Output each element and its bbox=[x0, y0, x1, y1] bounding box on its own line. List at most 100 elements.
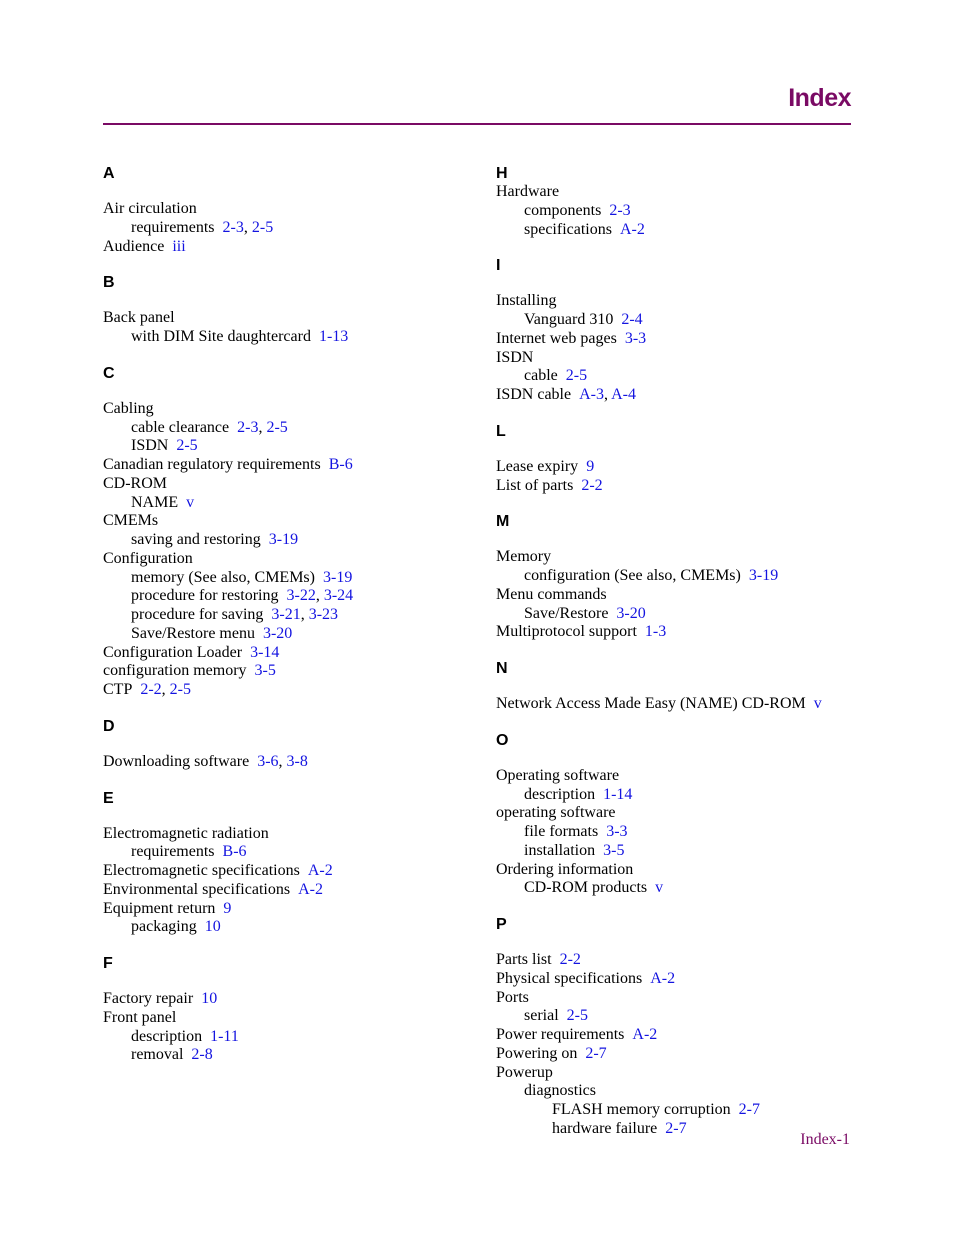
page-reference-link[interactable]: 3-23 bbox=[309, 606, 338, 623]
entry-term: hardware failure bbox=[552, 1119, 658, 1137]
page-reference-link[interactable]: 3-3 bbox=[625, 330, 646, 347]
section-entries: Back panel with DIM Site daughtercard 1-1… bbox=[103, 309, 473, 347]
page-reference-link[interactable]: 2-3 bbox=[237, 419, 258, 436]
page-reference-link[interactable]: B-6 bbox=[329, 456, 353, 473]
index-entry: ISDN bbox=[496, 349, 866, 368]
page-reference-link[interactable]: 9 bbox=[223, 900, 231, 917]
index-entry: Physical specifications A-2 bbox=[496, 970, 866, 989]
section-letter: F bbox=[103, 955, 113, 972]
entry-term: Ports bbox=[496, 988, 529, 1006]
page-reference-link[interactable]: 3-8 bbox=[287, 753, 308, 770]
entry-term: Canadian regulatory requirements bbox=[103, 456, 321, 473]
page-reference-link[interactable]: 2-7 bbox=[665, 1120, 686, 1137]
page-reference-link[interactable]: 2-2 bbox=[581, 477, 602, 494]
page-reference-link[interactable]: 3-24 bbox=[324, 587, 353, 604]
page-reference-link[interactable]: A-2 bbox=[632, 1026, 657, 1043]
page-reference-link[interactable]: A-2 bbox=[620, 221, 645, 238]
index-section-d: D Downloading software 3-6, 3-8 bbox=[103, 717, 473, 772]
index-entry: description 1-11 bbox=[103, 1028, 473, 1047]
index-section-o: O Operating software description 1-14 opera… bbox=[496, 731, 866, 898]
index-entry: Factory repair 10 bbox=[103, 990, 473, 1009]
entry-term: Memory bbox=[496, 548, 552, 566]
page-reference-link[interactable]: iii bbox=[172, 238, 185, 255]
page-reference-link[interactable]: 3-6 bbox=[257, 753, 278, 770]
page-reference-link[interactable]: A-2 bbox=[298, 881, 323, 898]
index-entry: serial 2-5 bbox=[496, 1007, 866, 1026]
page-reference-link[interactable]: 1-13 bbox=[319, 328, 348, 345]
index-entry: Air circulation bbox=[103, 200, 473, 219]
entry-term: CMEMs bbox=[103, 512, 159, 530]
index-entry: procedure for restoring 3-22, 3-24 bbox=[103, 587, 473, 606]
entry-term: components bbox=[524, 201, 602, 219]
page-reference-link[interactable]: v bbox=[186, 494, 194, 511]
section-entries: Factory repair 10 Front panel description … bbox=[103, 990, 473, 1065]
page-reference-link[interactable]: 3-21 bbox=[271, 606, 300, 623]
page-reference-link[interactable]: 2-3 bbox=[223, 219, 244, 236]
page-reference-link[interactable]: 2-2 bbox=[560, 951, 581, 968]
page-reference-link[interactable]: 3-19 bbox=[269, 531, 298, 548]
page-reference-link[interactable]: 10 bbox=[205, 918, 221, 935]
page-reference-link[interactable]: 3-5 bbox=[255, 662, 276, 679]
index-entry: removal 2-8 bbox=[103, 1046, 473, 1065]
section-entries: Downloading software 3-6, 3-8 bbox=[103, 753, 473, 772]
page-reference-link[interactable]: A-2 bbox=[308, 862, 333, 879]
page-reference-link[interactable]: 3-19 bbox=[323, 569, 352, 586]
page-reference-link[interactable]: 2-2 bbox=[140, 681, 161, 698]
entry-term: Air circulation bbox=[103, 200, 197, 217]
page-reference-link[interactable]: 2-3 bbox=[609, 202, 630, 219]
page-reference-link[interactable]: 3-14 bbox=[250, 644, 279, 661]
page-reference-link[interactable]: A-3 bbox=[579, 386, 604, 403]
index-section-n: N Network Access Made Easy (NAME) CD-ROM … bbox=[496, 659, 866, 714]
page-reference-link[interactable]: 3-3 bbox=[606, 823, 627, 840]
page-reference-link[interactable]: 3-20 bbox=[263, 625, 292, 642]
entry-term: requirements bbox=[131, 218, 215, 236]
page-reference-link[interactable]: 1-14 bbox=[603, 786, 632, 803]
page-reference-link[interactable]: 2-8 bbox=[191, 1046, 212, 1063]
index-entry: saving and restoring 3-19 bbox=[103, 531, 473, 550]
page-reference-link[interactable]: v bbox=[655, 879, 663, 896]
entry-term: ISDN cable bbox=[496, 386, 572, 403]
index-entry: description 1-14 bbox=[496, 786, 866, 805]
page-reference-link[interactable]: 2-5 bbox=[170, 681, 191, 698]
entry-term: Configuration Loader bbox=[103, 643, 243, 661]
page-title: Index bbox=[788, 84, 851, 112]
index-section-f: F Factory repair 10 Front panel description… bbox=[103, 954, 473, 1065]
page-reference-link[interactable]: 2-4 bbox=[621, 311, 642, 328]
entry-term: ISDN bbox=[131, 437, 169, 455]
page-reference-link[interactable]: 2-5 bbox=[252, 219, 273, 236]
page-reference-link[interactable]: 3-20 bbox=[616, 605, 645, 622]
page-reference-link[interactable]: 2-5 bbox=[266, 419, 287, 436]
index-entry: ISDN cable A-3, A-4 bbox=[496, 386, 866, 405]
page-reference-link[interactable]: v bbox=[814, 695, 822, 712]
section-entries: Cabling cable clearance 2-3, 2-5 ISDN 2-5 C… bbox=[103, 400, 473, 700]
page-reference-link[interactable]: A-2 bbox=[650, 970, 675, 987]
page-reference-link[interactable]: 3-19 bbox=[749, 567, 778, 584]
page-reference-link[interactable]: 1-11 bbox=[210, 1028, 239, 1045]
index-entry: Downloading software 3-6, 3-8 bbox=[103, 753, 473, 772]
page-reference-link[interactable]: 2-5 bbox=[176, 437, 197, 454]
page-reference-link[interactable]: 10 bbox=[201, 990, 217, 1007]
entry-term: Factory repair bbox=[103, 990, 194, 1007]
index-entry: ISDN 2-5 bbox=[103, 437, 473, 456]
page-reference-link[interactable]: B-6 bbox=[223, 843, 247, 860]
index-entry: Environmental specifications A-2 bbox=[103, 881, 473, 900]
page-reference-link[interactable]: 2-5 bbox=[566, 367, 587, 384]
page-reference-link[interactable]: 9 bbox=[586, 458, 594, 475]
page-reference-link[interactable]: 2-7 bbox=[585, 1045, 606, 1062]
entry-term: memory (See also, CMEMs) bbox=[131, 568, 315, 586]
entry-term: Operating software bbox=[496, 766, 620, 784]
entry-term: Internet web pages bbox=[496, 329, 617, 347]
page-reference-link[interactable]: 2-5 bbox=[567, 1007, 588, 1024]
index-entry: Installing bbox=[496, 292, 866, 311]
entry-term: file formats bbox=[524, 823, 599, 840]
page-reference-link[interactable]: 3-5 bbox=[603, 842, 624, 859]
index-entry: requirements B-6 bbox=[103, 843, 473, 862]
page-reference-link[interactable]: 3-22 bbox=[287, 587, 316, 604]
page-reference-link[interactable]: 2-7 bbox=[739, 1101, 760, 1118]
index-entry: FLASH memory corruption 2-7 bbox=[496, 1101, 866, 1120]
index-section-i: I Installing Vanguard 310 2-4 Internet web … bbox=[496, 256, 866, 405]
index-section-p: P Parts list 2-2 Physical specifications A… bbox=[496, 915, 866, 1139]
section-entries: Lease expiry 9 List of parts 2-2 bbox=[496, 458, 866, 496]
page-reference-link[interactable]: 1-3 bbox=[645, 623, 666, 640]
page-reference-link[interactable]: A-4 bbox=[611, 386, 636, 403]
